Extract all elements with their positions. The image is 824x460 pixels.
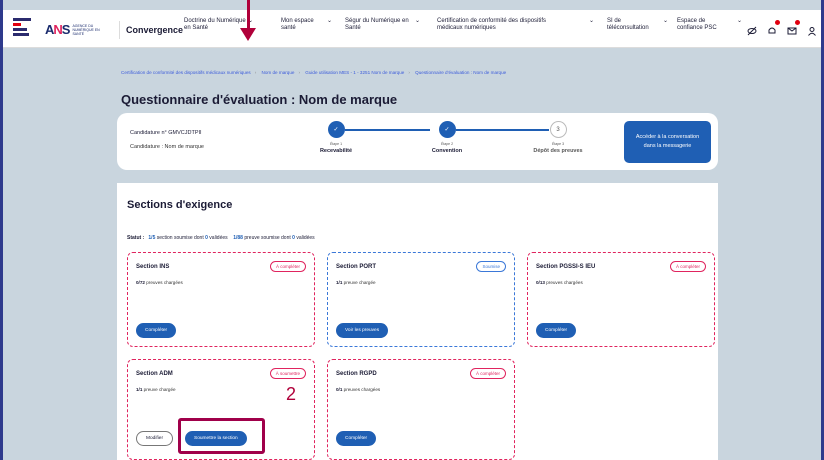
bell-icon[interactable] (767, 20, 780, 34)
step-recevabilite: ✓ Étape 1 Recevabilité (296, 121, 376, 154)
breadcrumb-item[interactable]: Guide utilisation MES - 1 - 3251 Nom de … (305, 70, 404, 75)
section-card-port: Section PORT Soumise 1/1 preuve chargée … (327, 252, 515, 347)
eye-off-icon[interactable] (747, 23, 757, 36)
nav-doctrine[interactable]: Doctrine du Numérique en Santé (184, 18, 246, 32)
nav-certification[interactable]: Certification de conformité des disposit… (437, 18, 567, 32)
modify-button[interactable]: Modifier (136, 431, 174, 446)
step-depot-preuves: 3 Étape 3 Dépôt des preuves (518, 121, 598, 154)
section-card-rgpd: Section RGPD À compléter 0/1 preuves cha… (327, 359, 515, 460)
complete-button[interactable]: Compléter (136, 323, 177, 338)
chevron-down-icon: ⌄ (737, 18, 743, 24)
complete-button[interactable]: Compléter (336, 431, 377, 446)
status-badge: À compléter (669, 261, 706, 272)
breadcrumb-item[interactable]: Certification de conformité des disposit… (121, 70, 251, 75)
nav-espace-confiance[interactable]: Espace de confiance PSC (677, 18, 725, 32)
sections-title: Sections d'exigence (127, 199, 233, 211)
chevron-down-icon: ⌄ (589, 18, 595, 24)
candidature-name: Candidature : Nom de marque (130, 144, 204, 150)
view-proofs-button[interactable]: Voir les preuves (336, 323, 389, 338)
mail-icon[interactable] (787, 20, 800, 35)
chevron-down-icon: ⌄ (327, 18, 333, 24)
ans-logo[interactable]: ANS AGENCE DU NUMÉRIQUE EN SANTÉ (45, 22, 102, 37)
nav-segur[interactable]: Ségur du Numérique en Santé (345, 18, 411, 32)
header-icons (747, 20, 817, 36)
status-badge: À soumettre (269, 368, 306, 379)
chevron-down-icon: ⌄ (415, 18, 421, 24)
sections-status: Statut : 1/5 section soumise dont 0 vali… (127, 235, 315, 241)
status-badge: Soumise (476, 261, 506, 272)
candidature-id: Candidature n° GMVCJDTPII (130, 130, 202, 136)
complete-button[interactable]: Compléter (536, 323, 577, 338)
status-badge: À compléter (269, 261, 306, 272)
annotation-highlight (178, 418, 265, 454)
breadcrumb-item[interactable]: Nom de marque (262, 70, 295, 75)
nav-mon-espace-sante[interactable]: Mon espace santé (281, 18, 323, 32)
nav-si-teleconsultation[interactable]: SI de téléconsultation (607, 18, 659, 32)
annotation-arrow-head (240, 28, 256, 41)
app-name[interactable]: Convergence (119, 21, 183, 39)
page-title: Questionnaire d'évaluation : Nom de marq… (121, 92, 398, 107)
republique-logo[interactable] (13, 18, 31, 40)
messaging-button[interactable]: Accéder à la conversation dans la messag… (624, 121, 711, 163)
candidature-stepper: Candidature n° GMVCJDTPII Candidature : … (117, 113, 718, 170)
breadcrumb: Certification de conformité des disposit… (121, 70, 507, 75)
check-icon: ✓ (327, 121, 345, 138)
check-icon: ✓ (438, 121, 456, 138)
annotation-arrow (247, 0, 250, 30)
status-badge: À compléter (469, 368, 506, 379)
step-convention: ✓ Étape 2 Convention (407, 121, 487, 154)
user-icon[interactable] (807, 23, 817, 36)
annotation-number: 2 (286, 384, 297, 404)
chevron-down-icon: ⌄ (663, 18, 669, 24)
top-header: ANS AGENCE DU NUMÉRIQUE EN SANTÉ Converg… (3, 10, 821, 48)
section-card-pgssi: Section PGSSI-S IEU À compléter 0/13 pre… (527, 252, 715, 347)
section-card-ins: Section INS À compléter 0/72 preuves cha… (127, 252, 315, 347)
breadcrumb-item[interactable]: Questionnaire d'évaluation : Nom de marq… (415, 70, 506, 75)
